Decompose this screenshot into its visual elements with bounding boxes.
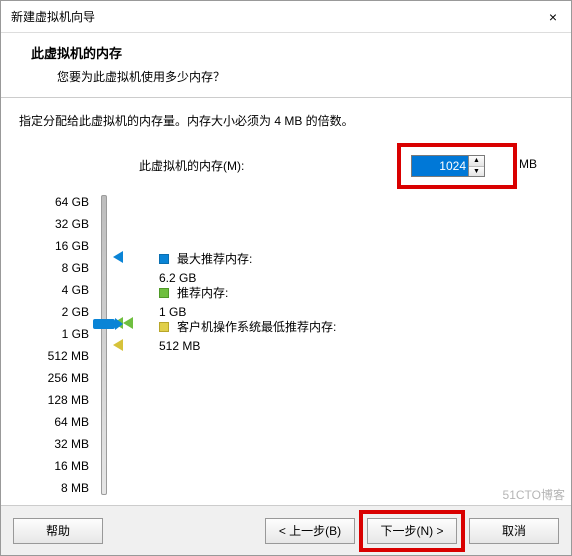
square-green-icon — [159, 288, 169, 298]
scale-label: 1 GB — [19, 323, 89, 345]
memory-slider-area: 64 GB 32 GB 16 GB 8 GB 4 GB 2 GB 1 GB 51… — [19, 191, 553, 501]
instruction-text: 指定分配给此虚拟机的内存量。内存大小必须为 4 MB 的倍数。 — [19, 112, 553, 129]
scale-label: 256 MB — [19, 367, 89, 389]
memory-slider-thumb[interactable] — [93, 319, 115, 329]
highlight-memory-input: ▲ ▼ — [397, 143, 517, 189]
scale-label: 4 GB — [19, 279, 89, 301]
recommended-marker2-icon — [123, 317, 133, 329]
wizard-body: 指定分配给此虚拟机的内存量。内存大小必须为 4 MB 的倍数。 此虚拟机的内存(… — [1, 98, 571, 501]
square-yellow-icon — [159, 322, 169, 332]
back-button[interactable]: < 上一步(B) — [265, 518, 355, 544]
memory-label: 此虚拟机的内存(M): — [139, 157, 244, 174]
spin-down-icon[interactable]: ▼ — [469, 167, 484, 177]
spin-up-icon[interactable]: ▲ — [469, 156, 484, 167]
note-rec-value: 1 GB — [159, 305, 336, 319]
cancel-button[interactable]: 取消 — [469, 518, 559, 544]
wizard-footer: 帮助 < 上一步(B) 下一步(N) > 取消 — [1, 505, 571, 555]
scale-label: 64 GB — [19, 191, 89, 213]
note-rec-label: 推荐内存: — [177, 285, 228, 301]
scale-label: 8 MB — [19, 477, 89, 499]
square-blue-icon — [159, 254, 169, 264]
scale-label: 2 GB — [19, 301, 89, 323]
titlebar: 新建虚拟机向导 × — [1, 1, 571, 33]
note-min-label: 客户机操作系统最低推荐内存: — [177, 319, 336, 335]
note-rec: 推荐内存: — [159, 285, 336, 301]
close-icon[interactable]: × — [545, 5, 561, 29]
memory-unit: MB — [519, 157, 537, 171]
memory-notes: 最大推荐内存: 6.2 GB 推荐内存: 1 GB 客户机操作系统最低推荐内存:… — [159, 251, 336, 353]
wizard-header: 此虚拟机的内存 您要为此虚拟机使用多少内存？ — [1, 33, 571, 97]
scale-label: 64 MB — [19, 411, 89, 433]
memory-input[interactable] — [412, 156, 468, 176]
scale-label: 8 GB — [19, 257, 89, 279]
note-max-value: 6.2 GB — [159, 271, 336, 285]
highlight-next-button: 下一步(N) > — [359, 510, 465, 552]
note-max: 最大推荐内存: — [159, 251, 336, 267]
memory-row: 此虚拟机的内存(M): ▲ ▼ MB — [19, 151, 553, 181]
scale-label: 16 MB — [19, 455, 89, 477]
max-recommended-marker-icon — [113, 251, 123, 263]
memory-spinbox[interactable]: ▲ ▼ — [411, 155, 485, 177]
scale-labels: 64 GB 32 GB 16 GB 8 GB 4 GB 2 GB 1 GB 51… — [19, 191, 89, 521]
memory-slider-track[interactable] — [101, 195, 107, 495]
next-button[interactable]: 下一步(N) > — [367, 518, 457, 544]
note-max-label: 最大推荐内存: — [177, 251, 252, 267]
scale-label: 32 GB — [19, 213, 89, 235]
spin-buttons: ▲ ▼ — [468, 156, 484, 176]
window-title: 新建虚拟机向导 — [11, 8, 95, 25]
scale-label: 128 MB — [19, 389, 89, 411]
scale-label: 32 MB — [19, 433, 89, 455]
note-min-value: 512 MB — [159, 339, 336, 353]
page-title: 此虚拟机的内存 — [31, 43, 553, 62]
page-subtitle: 您要为此虚拟机使用多少内存？ — [31, 68, 553, 85]
scale-label: 16 GB — [19, 235, 89, 257]
min-recommended-marker-icon — [113, 339, 123, 351]
help-button[interactable]: 帮助 — [13, 518, 103, 544]
scale-label: 512 MB — [19, 345, 89, 367]
note-min: 客户机操作系统最低推荐内存: — [159, 319, 336, 335]
